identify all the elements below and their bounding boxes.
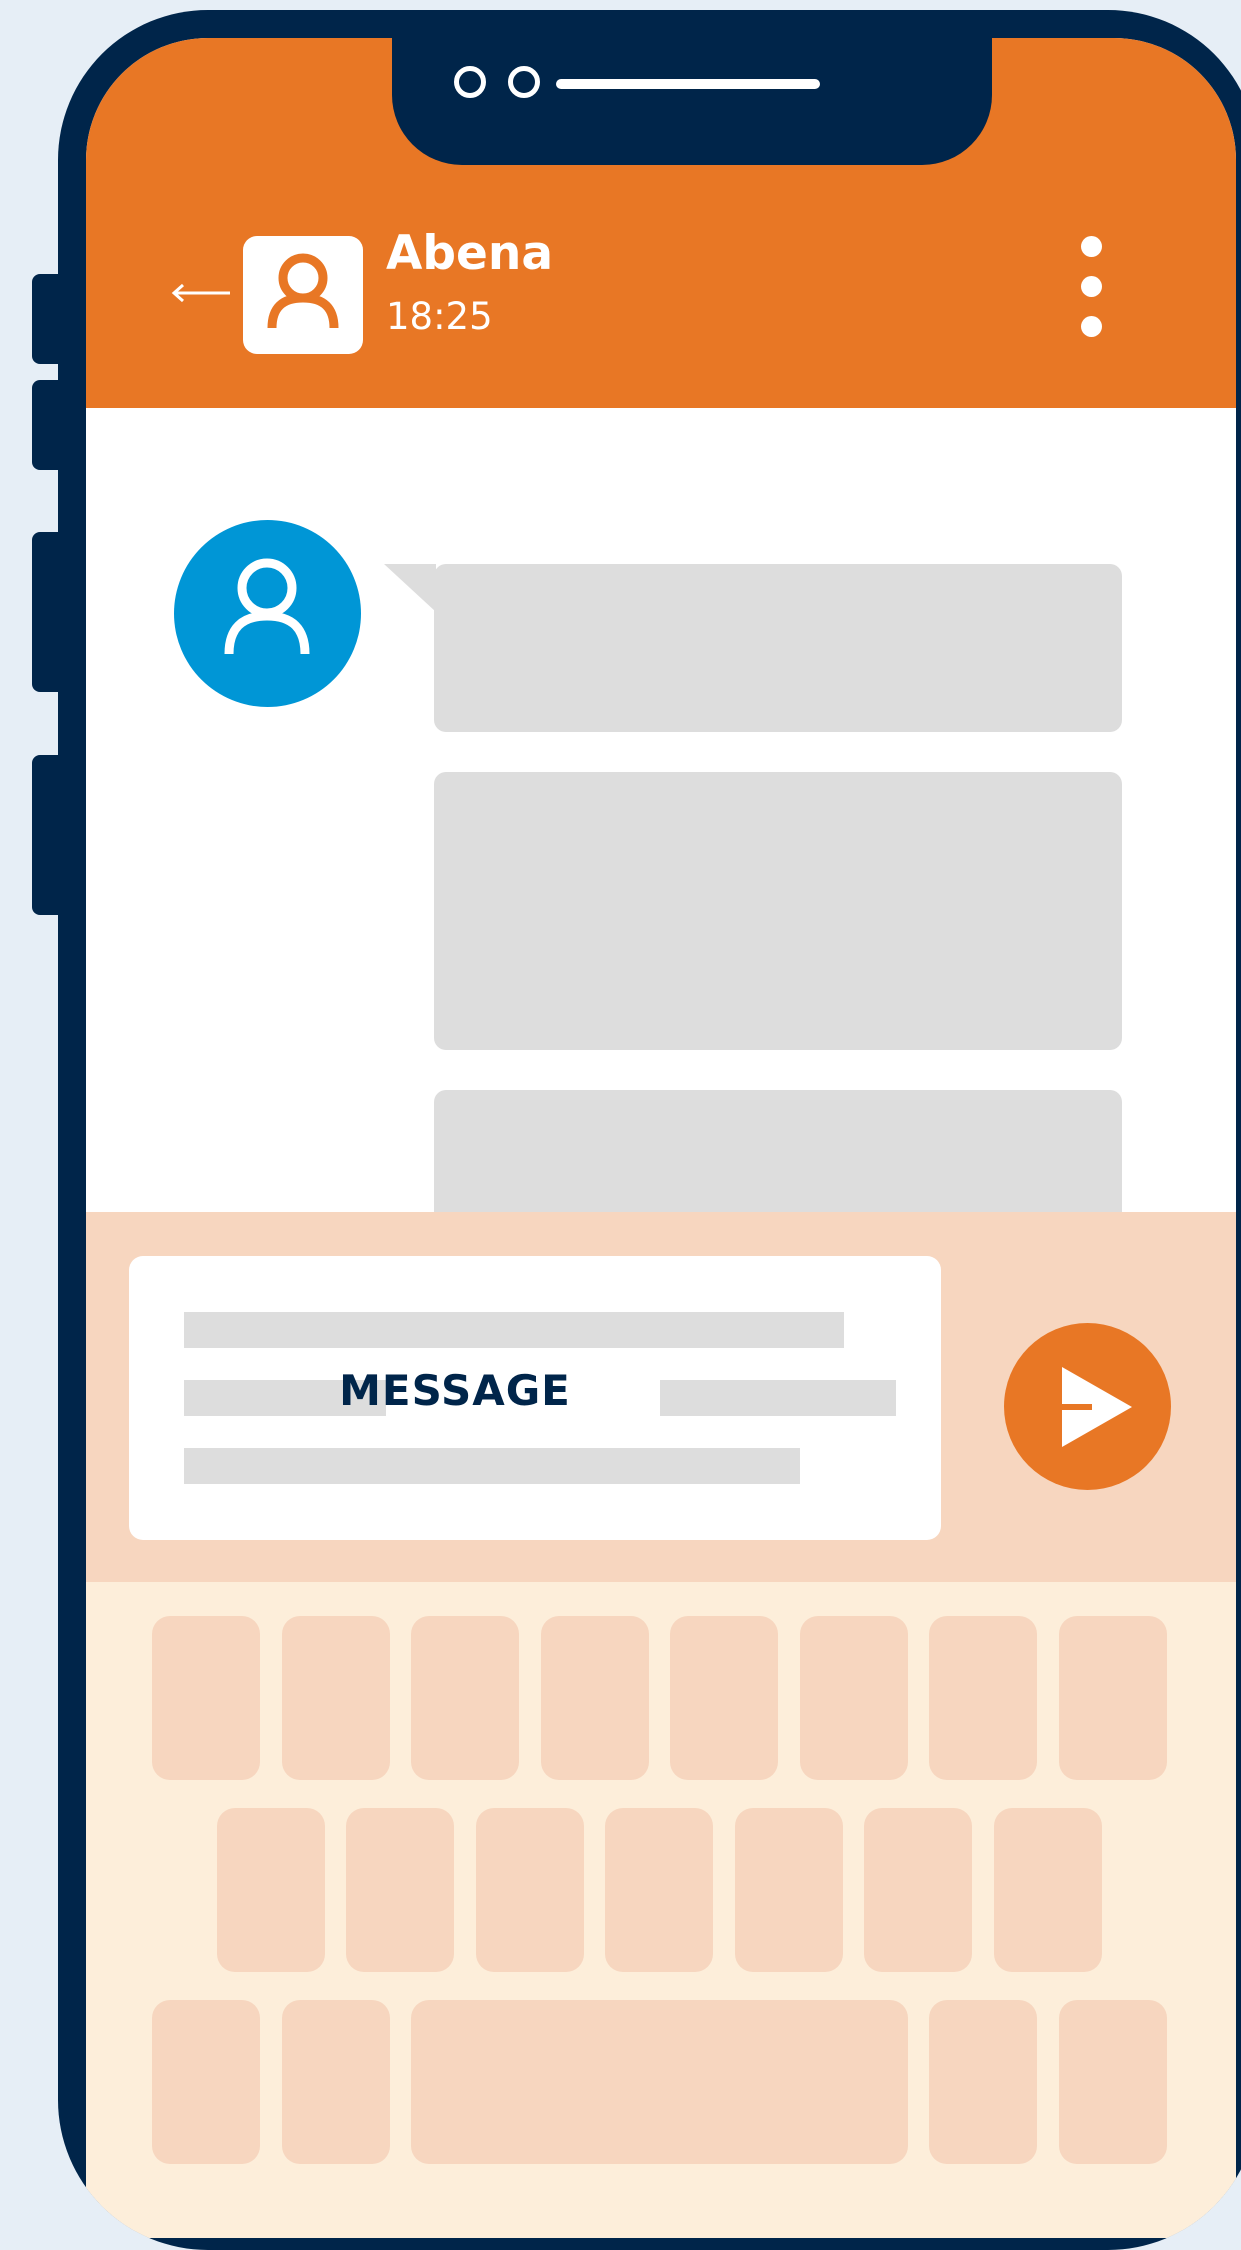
user-icon (267, 253, 339, 329)
keyboard-key[interactable] (541, 1616, 649, 1780)
text-line-placeholder (660, 1380, 896, 1416)
keyboard-key[interactable] (152, 2000, 260, 2164)
text-line-placeholder (184, 1448, 800, 1484)
send-icon (1062, 1367, 1132, 1447)
keyboard-key[interactable] (476, 1808, 584, 1972)
space-key[interactable] (411, 2000, 908, 2164)
message-bubble[interactable] (434, 564, 1122, 732)
camera-lens (508, 66, 540, 98)
contact-name: Abena (386, 226, 554, 281)
keyboard-key[interactable] (670, 1616, 778, 1780)
keyboard-key[interactable] (1059, 1616, 1167, 1780)
keyboard-key[interactable] (800, 1616, 908, 1780)
keyboard (86, 1582, 1236, 2238)
send-button[interactable] (1004, 1323, 1171, 1490)
phone-screen: Abena 18:25 MESSAGE (86, 38, 1236, 2238)
message-bubble[interactable] (434, 772, 1122, 1050)
keyboard-key[interactable] (411, 1616, 519, 1780)
message-composer: MESSAGE (86, 1212, 1236, 1582)
contact-avatar[interactable] (243, 236, 363, 354)
speaker-grille (556, 79, 820, 89)
message-label: MESSAGE (339, 1366, 571, 1415)
bubble-tail (384, 564, 436, 612)
keyboard-key[interactable] (282, 2000, 390, 2164)
back-arrow-icon[interactable] (170, 278, 234, 308)
keyboard-key[interactable] (346, 1808, 454, 1972)
phone-notch (392, 38, 992, 165)
user-icon (224, 558, 310, 655)
keyboard-key[interactable] (735, 1808, 843, 1972)
keyboard-key[interactable] (994, 1808, 1102, 1972)
sender-avatar[interactable] (174, 520, 361, 707)
keyboard-key[interactable] (152, 1616, 260, 1780)
message-input[interactable]: MESSAGE (129, 1256, 941, 1540)
keyboard-key[interactable] (1059, 2000, 1167, 2164)
last-seen-time: 18:25 (386, 295, 493, 338)
keyboard-key[interactable] (605, 1808, 713, 1972)
more-options-icon[interactable] (1071, 236, 1111, 360)
keyboard-key[interactable] (929, 1616, 1037, 1780)
keyboard-key[interactable] (282, 1616, 390, 1780)
keyboard-key[interactable] (864, 1808, 972, 1972)
keyboard-key[interactable] (929, 2000, 1037, 2164)
keyboard-key[interactable] (217, 1808, 325, 1972)
phone-frame: Abena 18:25 MESSAGE (58, 10, 1241, 2250)
camera-lens (454, 66, 486, 98)
text-line-placeholder (184, 1312, 844, 1348)
